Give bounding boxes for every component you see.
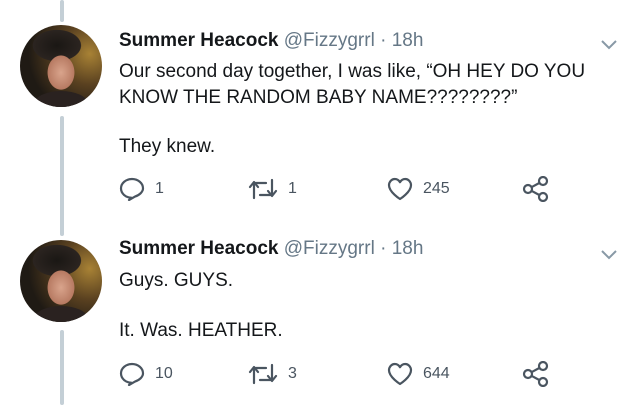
like-button[interactable]: 245 — [387, 174, 450, 204]
avatar[interactable] — [20, 240, 102, 322]
like-icon — [387, 177, 413, 201]
separator: · — [374, 238, 392, 259]
like-button[interactable]: 644 — [387, 359, 450, 389]
timestamp[interactable]: 18h — [392, 238, 424, 259]
share-button[interactable] — [522, 359, 550, 389]
tweet[interactable]: Summer Heacock @Fizzygrrl · 18h Our seco… — [0, 0, 640, 215]
tweet-text-line: Guys. GUYS. — [119, 270, 234, 291]
share-icon — [522, 176, 549, 202]
share-button[interactable] — [522, 174, 550, 204]
author-handle[interactable]: @Fizzygrrl — [284, 238, 375, 259]
like-count: 644 — [423, 365, 450, 382]
tweet-actions: 10 3 644 — [119, 359, 579, 389]
reply-button[interactable]: 10 — [119, 359, 173, 389]
tweet-text-line: Our second day together, I was like, “OH… — [119, 61, 586, 82]
tweet-actions: 1 1 245 — [119, 174, 579, 204]
tweet-header: Summer Heacock @Fizzygrrl · 18h — [119, 238, 423, 260]
retweet-icon — [248, 178, 278, 200]
author-name[interactable]: Summer Heacock — [119, 238, 278, 259]
reply-icon — [119, 177, 145, 201]
reply-icon — [119, 362, 145, 386]
author-handle[interactable]: @Fizzygrrl — [284, 30, 375, 51]
author-name[interactable]: Summer Heacock — [119, 30, 278, 51]
retweet-count: 3 — [288, 365, 297, 382]
separator: · — [374, 30, 392, 51]
tweet-header: Summer Heacock @Fizzygrrl · 18h — [119, 30, 423, 52]
avatar[interactable] — [20, 25, 102, 107]
share-icon — [522, 361, 549, 387]
like-icon — [387, 362, 413, 386]
chevron-down-icon[interactable] — [601, 40, 617, 50]
retweet-button[interactable]: 1 — [248, 174, 297, 204]
timestamp[interactable]: 18h — [392, 30, 424, 51]
reply-button[interactable]: 1 — [119, 174, 164, 204]
retweet-count: 1 — [288, 180, 297, 197]
tweet-text-line: It. Was. HEATHER. — [119, 320, 283, 341]
retweet-icon — [248, 363, 278, 385]
like-count: 245 — [423, 180, 450, 197]
reply-count: 1 — [155, 180, 164, 197]
chevron-down-icon[interactable] — [601, 250, 617, 260]
tweet[interactable]: Summer Heacock @Fizzygrrl · 18h Guys. GU… — [0, 215, 640, 405]
retweet-button[interactable]: 3 — [248, 359, 297, 389]
tweet-text-line: KNOW THE RANDOM BABY NAME????????” — [119, 87, 518, 108]
reply-count: 10 — [155, 365, 173, 382]
tweet-text-line: They knew. — [119, 136, 216, 157]
